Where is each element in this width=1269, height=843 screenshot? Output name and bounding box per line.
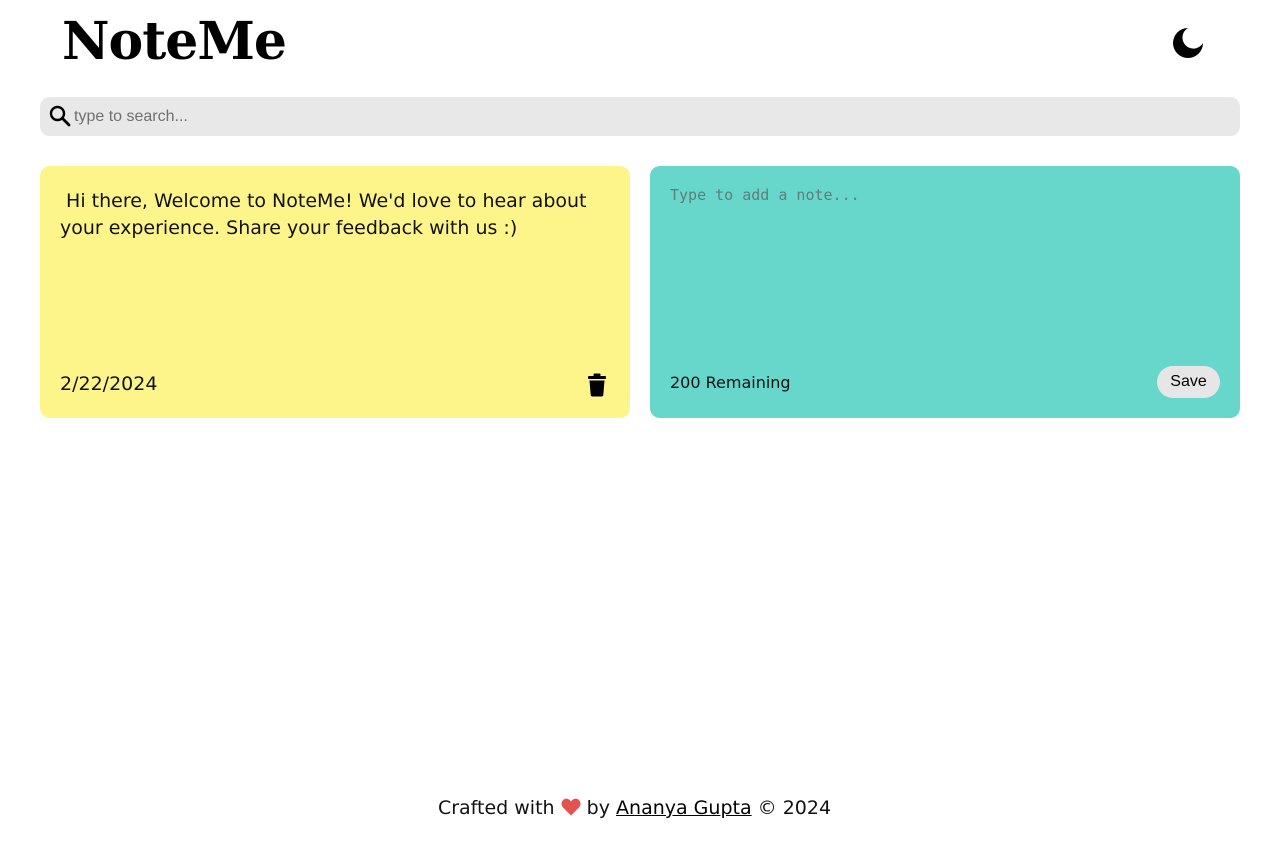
new-note-card: 200 Remaining Save [650,166,1240,418]
author-link[interactable]: Ananya Gupta [616,797,752,819]
app-header: NoteMe [0,0,1269,90]
search-bar [40,97,1240,136]
moon-icon [1173,28,1203,58]
save-button[interactable]: Save [1157,366,1220,398]
footer-prefix: Crafted with [437,797,555,819]
note-card: Hi there, Welcome to NoteMe! We'd love t… [40,166,630,418]
note-text: Hi there, Welcome to NoteMe! We'd love t… [60,190,593,239]
notes-app: NoteMe Hi there, Welcome to NoteMe! We'd… [0,0,1269,843]
heart-icon [561,798,581,816]
trash-icon[interactable] [587,373,607,397]
copyright: © 2024 [757,797,832,819]
note-date: 2/22/2024 [60,373,158,395]
footer-by: by [586,797,610,819]
remaining-characters: 200 Remaining [670,373,791,392]
new-note-textarea[interactable] [670,186,1220,346]
search-icon [48,104,72,128]
footer: Crafted with by Ananya Gupta © 2024 [0,797,1269,819]
search-input[interactable] [74,97,1224,136]
app-logo: NoteMe [62,11,287,72]
dark-mode-toggle-button[interactable] [1171,26,1205,60]
